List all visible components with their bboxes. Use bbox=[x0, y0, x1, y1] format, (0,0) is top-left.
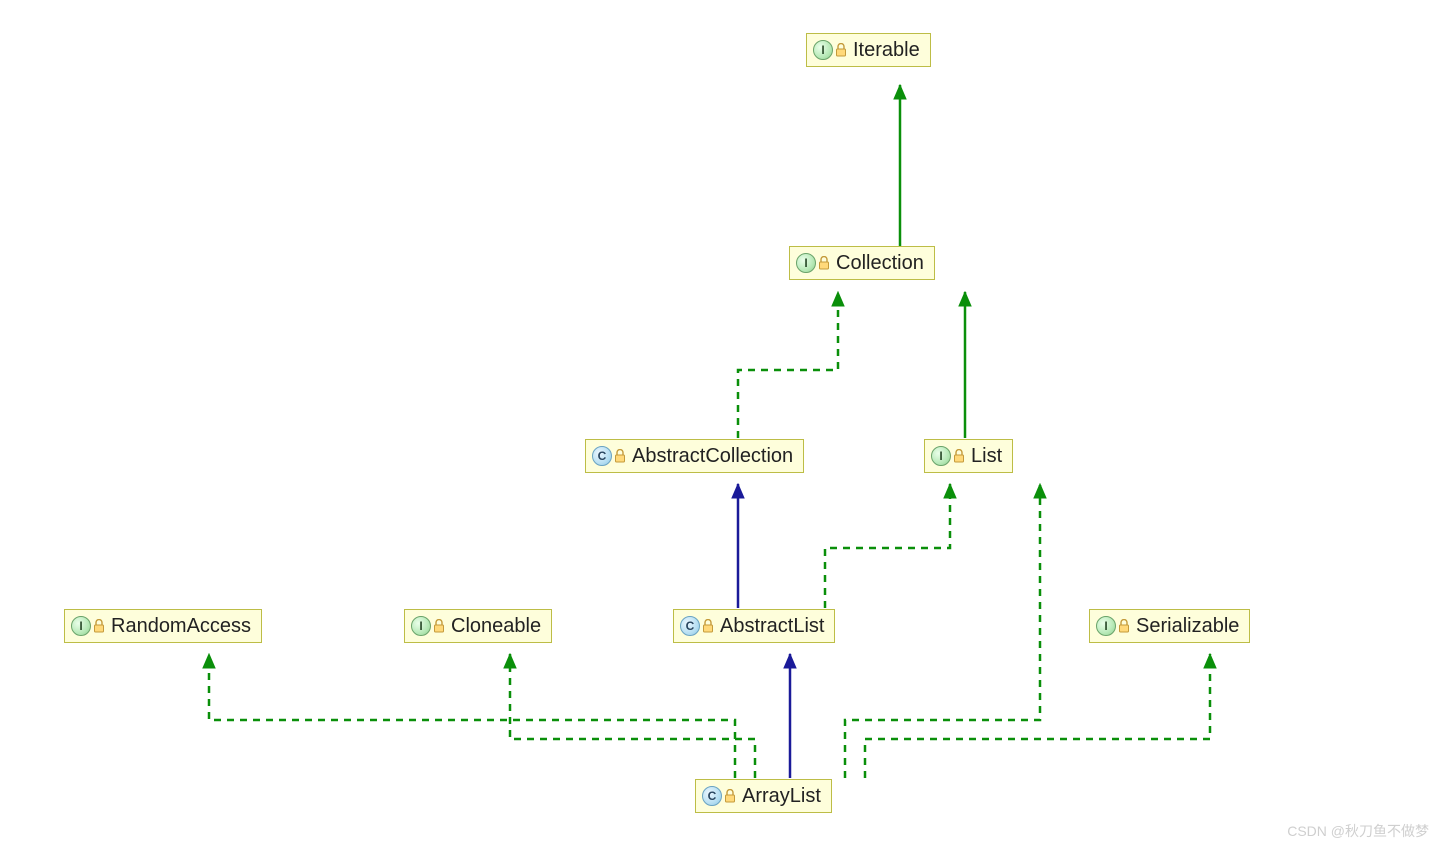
interface-icon: I bbox=[796, 253, 816, 273]
interface-icon: I bbox=[813, 40, 833, 60]
node-label: Iterable bbox=[853, 40, 920, 60]
node-cloneable: I Cloneable bbox=[404, 609, 552, 643]
edge-arraylist-cloneable bbox=[510, 654, 755, 778]
node-collection: I Collection bbox=[789, 246, 935, 280]
node-list: I List bbox=[924, 439, 1013, 473]
lock-icon bbox=[702, 619, 714, 633]
node-arraylist: C ArrayList bbox=[695, 779, 832, 813]
node-label: Cloneable bbox=[451, 616, 541, 636]
node-randomaccess: I RandomAccess bbox=[64, 609, 262, 643]
node-label: RandomAccess bbox=[111, 616, 251, 636]
node-label: AbstractCollection bbox=[632, 446, 793, 466]
lock-icon bbox=[835, 43, 847, 57]
lock-icon bbox=[818, 256, 830, 270]
interface-icon: I bbox=[1096, 616, 1116, 636]
connectors-layer bbox=[0, 0, 1439, 847]
node-iterable: I Iterable bbox=[806, 33, 931, 67]
lock-icon bbox=[433, 619, 445, 633]
interface-icon: I bbox=[411, 616, 431, 636]
edge-arraylist-serializable bbox=[865, 654, 1210, 778]
node-abstractcollection: C AbstractCollection bbox=[585, 439, 804, 473]
edge-abstractcollection-collection bbox=[738, 292, 838, 438]
interface-icon: I bbox=[931, 446, 951, 466]
edge-abstractlist-list bbox=[825, 484, 950, 608]
edge-arraylist-list bbox=[845, 484, 1040, 778]
class-icon: C bbox=[592, 446, 612, 466]
node-label: Serializable bbox=[1136, 616, 1239, 636]
class-icon: C bbox=[680, 616, 700, 636]
lock-icon bbox=[724, 789, 736, 803]
watermark: CSDN @秋刀鱼不做梦 bbox=[1287, 821, 1429, 841]
lock-icon bbox=[1118, 619, 1130, 633]
node-abstractlist: C AbstractList bbox=[673, 609, 835, 643]
edge-arraylist-randomaccess bbox=[209, 654, 735, 778]
node-label: Collection bbox=[836, 253, 924, 273]
class-icon: C bbox=[702, 786, 722, 806]
lock-icon bbox=[953, 449, 965, 463]
lock-icon bbox=[614, 449, 626, 463]
node-serializable: I Serializable bbox=[1089, 609, 1250, 643]
node-label: List bbox=[971, 446, 1002, 466]
node-label: AbstractList bbox=[720, 616, 824, 636]
lock-icon bbox=[93, 619, 105, 633]
uml-class-diagram: I Iterable I Collection C AbstractCollec… bbox=[0, 0, 1439, 847]
interface-icon: I bbox=[71, 616, 91, 636]
node-label: ArrayList bbox=[742, 786, 821, 806]
